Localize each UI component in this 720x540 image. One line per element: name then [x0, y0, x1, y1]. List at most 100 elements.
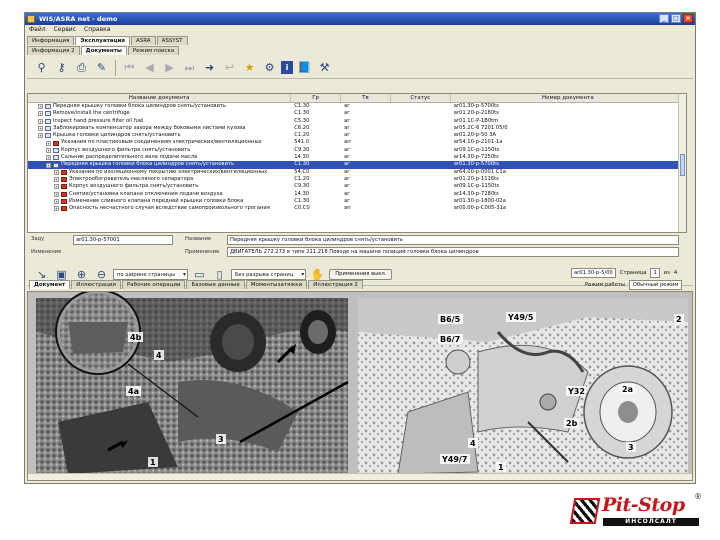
col-status[interactable]: Статус	[391, 94, 451, 102]
table-scrollbar[interactable]	[678, 94, 686, 232]
binoculars-icon[interactable]: ⚲	[33, 59, 50, 76]
tab-documents[interactable]: Документы	[80, 46, 127, 55]
table-row[interactable]: + Изменение сливного клапана передней кры…	[28, 198, 686, 205]
page-navigator: ar01.30-p-5/00 Страница 1 из 4	[571, 268, 677, 278]
expand-icon[interactable]: +	[54, 184, 59, 190]
tab-torques[interactable]: Моментызатяжки	[245, 280, 308, 289]
table-row[interactable]: + Заблокировать компенсатор зазора между …	[28, 125, 686, 132]
menu-help[interactable]: Справка	[84, 25, 110, 35]
scroll-thumb[interactable]	[680, 154, 685, 176]
expand-icon[interactable]: +	[38, 111, 43, 117]
sub-tabs: Информация 2 Документы Режим поиска	[27, 46, 180, 55]
document-icon	[61, 177, 67, 183]
title-label: Название	[185, 236, 212, 242]
menu-service[interactable]: Сервис	[54, 25, 76, 35]
tab-info[interactable]: Информация	[27, 36, 75, 45]
expand-icon[interactable]: +	[46, 162, 51, 168]
expand-icon[interactable]: +	[54, 199, 59, 204]
expand-icon[interactable]: +	[38, 118, 43, 124]
callout-label: Y49/5	[507, 313, 534, 322]
mode-field[interactable]: Обычный режим	[628, 280, 683, 290]
row-status	[391, 169, 451, 176]
minimize-button[interactable]: _	[659, 14, 669, 23]
folder-icon	[45, 126, 51, 132]
edit-icon[interactable]: ✎	[93, 59, 110, 76]
row-type: аг	[344, 168, 350, 175]
print-icon[interactable]: ⎙	[73, 59, 90, 76]
tab-illustration-2[interactable]: Иллюстрация 2	[308, 280, 363, 289]
table-row[interactable]: + Inspect hand pressure filter oil fuel C5…	[28, 118, 686, 125]
table-row[interactable]: + Корпус воздушного фильтра снять/установ…	[28, 183, 686, 190]
expand-icon[interactable]: +	[54, 206, 59, 212]
table-row[interactable]: + Опасность несчастного случая вследствие…	[28, 205, 686, 212]
info-icon[interactable]: i	[281, 61, 293, 74]
row-group: 14.30	[294, 190, 310, 197]
col-group[interactable]: Гр	[291, 94, 342, 102]
row-name: Опасность несчастного случая вследствие …	[69, 205, 270, 212]
expand-icon[interactable]: +	[54, 169, 59, 175]
table-row[interactable]: + Передняя крышку головки блока цилиндров…	[28, 103, 686, 110]
layout-select[interactable]: Без разрыва страниц	[230, 269, 307, 280]
expand-icon[interactable]: +	[46, 155, 51, 161]
row-name-cell: + Remove/install the centrifuge	[28, 110, 291, 117]
table-row[interactable]: + Передняя крышка головки блока цилиндров…	[28, 161, 686, 169]
last-icon[interactable]: ⏭	[181, 59, 198, 76]
table-row[interactable]: + Снятие/установка клапана отключения под…	[28, 191, 686, 198]
table-row[interactable]: + Указания по изоляционному покрытию элек…	[28, 169, 686, 176]
table-header: Название документа Гр Тв Статус Номер до…	[28, 94, 686, 103]
window-title: WIS/ASRA net - demo	[39, 15, 118, 23]
wrench-icon[interactable]: ⚙	[261, 59, 278, 76]
page-input[interactable]: 1	[650, 268, 660, 278]
viewer-scrollbar[interactable]	[28, 473, 692, 480]
tab-document[interactable]: Документ	[29, 280, 71, 289]
tab-asra[interactable]: ASRA	[130, 36, 156, 45]
row-type: аг	[344, 183, 350, 190]
tab-assyst[interactable]: ASSYST	[156, 36, 188, 45]
zoom-select[interactable]: по ширине страницы	[113, 269, 188, 280]
tab-operation[interactable]: Эксплуатация	[75, 36, 130, 45]
tab-operations[interactable]: Рабочие операции	[121, 280, 186, 289]
tab-illustrations[interactable]: Иллюстрации	[71, 280, 121, 289]
document-viewer[interactable]: 4b 4 4a 3 1 B6/5 B6/7 Y49/5 2 Y32 2a 2b 4 3 Y49/7 1	[27, 291, 693, 481]
book-icon[interactable]: 📘	[296, 59, 313, 76]
expand-icon[interactable]: +	[38, 133, 43, 139]
table-row[interactable]: + Remove/install the centrifuge C1.30 аг ar0…	[28, 110, 686, 117]
col-name[interactable]: Название документа	[28, 94, 292, 102]
tab-info-2[interactable]: Информация 2	[27, 46, 80, 55]
star-icon[interactable]: ★	[241, 59, 258, 76]
first-icon[interactable]: ⏮	[121, 59, 138, 76]
row-number: ar01.30-p-5700ts	[453, 103, 499, 109]
callout-label: 4b	[130, 333, 142, 342]
expand-icon[interactable]: +	[54, 191, 59, 197]
key-icon[interactable]: ⚷	[53, 59, 70, 76]
tab-search-mode[interactable]: Режим поиска	[127, 46, 180, 55]
expand-icon[interactable]: +	[54, 177, 59, 183]
table-row[interactable]: + Корпус воздушного фильтра снять/установ…	[28, 147, 686, 154]
maximize-button[interactable]: □	[671, 14, 681, 23]
row-number: ar14.30-p-7250ts	[453, 154, 499, 161]
expand-icon[interactable]: +	[38, 104, 43, 110]
next-icon[interactable]: ▶	[161, 59, 178, 76]
table-row[interactable]: + Электрообогреватель масляного сепаратор…	[28, 176, 686, 183]
expand-icon[interactable]: +	[38, 126, 43, 132]
forward-icon[interactable]: ➜	[201, 59, 218, 76]
title-bar[interactable]: WIS/ASRA net - demo _ □ ×	[25, 13, 695, 25]
close-button[interactable]: ×	[683, 14, 693, 23]
table-row[interactable]: + Крышка головки цилиндров снять/установи…	[28, 132, 686, 139]
table-row[interactable]: + Сальник распределительного вала подачи …	[28, 154, 686, 161]
menu-file[interactable]: Файл	[29, 25, 46, 35]
folder-icon	[53, 155, 59, 161]
row-status	[391, 154, 451, 161]
col-type[interactable]: Тв	[341, 94, 391, 102]
row-group: C6.20	[294, 124, 310, 131]
expand-icon[interactable]: +	[46, 140, 51, 146]
expand-icon[interactable]: +	[46, 147, 51, 153]
tools-icon[interactable]: ⚒	[316, 59, 333, 76]
table-row[interactable]: + Указания по пластиковым соединениям эле…	[28, 139, 686, 146]
doc-number-field: ar01.30-p-57001	[73, 235, 173, 245]
back-icon[interactable]: ↩	[221, 59, 238, 76]
col-number[interactable]: Номер документа	[451, 94, 686, 102]
tab-basic-data[interactable]: Базовые данные	[186, 280, 245, 289]
prev-icon[interactable]: ◀	[141, 59, 158, 76]
apply-toggle-button[interactable]: Применения выкл.	[329, 269, 393, 280]
